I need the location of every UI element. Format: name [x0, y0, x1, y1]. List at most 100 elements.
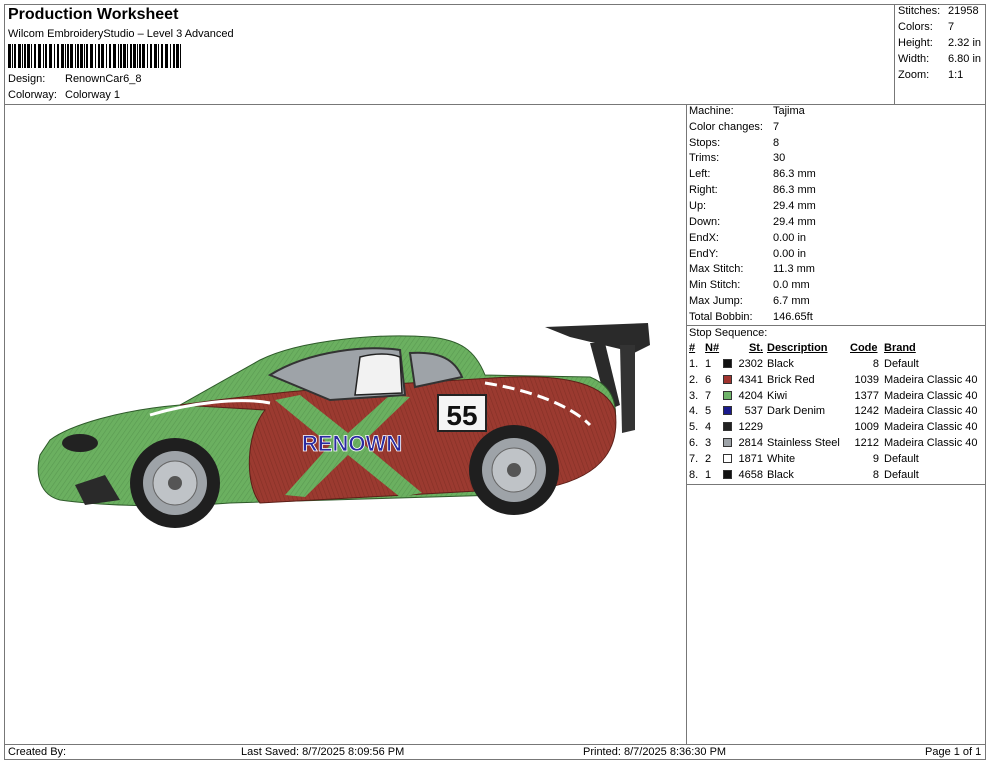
barcode-bar — [18, 44, 21, 68]
created-by: Created By: — [8, 746, 67, 758]
barcode-bar — [77, 44, 79, 68]
row-brand: Madeira Classic 40 — [884, 437, 978, 449]
info-value: 86.3 mm — [773, 184, 816, 196]
barcode-bar — [173, 44, 175, 68]
row-index: 3. — [689, 389, 699, 402]
renown-logo: RENOWN — [302, 431, 402, 456]
row-description: Dark Denim — [767, 405, 826, 418]
row-code: 1242 — [854, 405, 879, 418]
row-description: White — [767, 452, 796, 465]
barcode-bar — [57, 44, 59, 68]
barcode-bar — [43, 44, 44, 68]
color-swatch — [723, 438, 732, 447]
stop-sequence-title: Stop Sequence: — [689, 327, 768, 339]
row-index: 6. — [689, 437, 699, 449]
barcode-bar — [70, 44, 73, 68]
row-stitches: 2302 — [738, 358, 763, 370]
barcode-bar — [98, 44, 100, 68]
row-brand: Madeira Classic 40 — [884, 405, 978, 418]
color-swatch — [723, 453, 732, 463]
barcode-bar — [22, 44, 23, 68]
barcode-bar — [80, 44, 83, 68]
barcode-bar — [8, 44, 11, 68]
row-needle: 1 — [705, 358, 712, 370]
info-value: 29.4 mm — [773, 200, 816, 212]
row-stitches: 4658 — [738, 468, 763, 481]
barcode-bar — [61, 44, 64, 68]
page-number: Page 1 of 1 — [925, 746, 982, 758]
col-code: Code — [850, 342, 878, 354]
barcode-bar — [170, 44, 171, 68]
barcode-bar — [14, 44, 16, 68]
row-stitches: 537 — [744, 405, 763, 418]
barcode-bar — [45, 44, 47, 68]
front-wheel — [130, 438, 220, 528]
row-brand: Madeira Classic 40 — [884, 373, 978, 386]
info-value: 8 — [773, 137, 780, 149]
row-description: Stainless Steel — [767, 437, 840, 449]
row-stitches: 2814 — [738, 437, 763, 449]
row-needle: 1 — [705, 468, 712, 481]
barcode-bar — [75, 44, 76, 68]
row-index: 1. — [689, 358, 699, 370]
barcode-bar — [67, 44, 69, 68]
row-description: Black — [767, 358, 794, 370]
page-title: Production Worksheet — [8, 6, 179, 23]
barcode-bar — [127, 44, 128, 68]
barcode-bar — [180, 44, 181, 68]
info-label: EndY: — [689, 248, 719, 260]
barcode-bar — [86, 44, 88, 68]
row-index: 8. — [689, 468, 699, 481]
summary-value: 21958 — [948, 5, 979, 17]
summary-label: Width: — [898, 53, 930, 65]
info-value: 6.7 mm — [773, 295, 810, 307]
summary-value: 7 — [948, 21, 955, 33]
info-label: Machine: — [689, 105, 734, 117]
row-index: 7. — [689, 452, 699, 465]
barcode-bar — [34, 44, 36, 68]
info-label: Max Jump: — [689, 295, 743, 307]
summary-value: 6.80 in — [948, 53, 982, 65]
color-swatch — [723, 374, 732, 384]
info-value: Tajima — [773, 105, 805, 117]
info-label: Up: — [689, 200, 707, 212]
embroidery-design-preview: 55 RENOWN — [37, 323, 650, 528]
printed-date: Printed: 8/7/2025 8:36:30 PM — [583, 746, 727, 758]
row-needle: 7 — [705, 389, 712, 402]
col-needle: N# — [705, 342, 720, 354]
barcode-bar — [24, 44, 26, 68]
info-value: 29.4 mm — [773, 216, 816, 228]
info-value: 30 — [773, 152, 786, 164]
barcode-bar — [106, 44, 107, 68]
machine-info-list: Machine: Tajima Color changes: 7 Stops: 8 T… — [689, 105, 979, 325]
row-stitches: 1229 — [738, 421, 763, 434]
col-brand: Brand — [884, 342, 916, 354]
barcode-bar — [161, 44, 163, 68]
info-label: EndX: — [689, 232, 719, 244]
row-code: 8 — [872, 358, 879, 370]
barcode-bar — [65, 44, 66, 68]
info-value: 0.00 in — [773, 232, 807, 244]
summary-label: Height: — [898, 37, 933, 49]
color-swatch — [723, 469, 732, 479]
col-stitches: St. — [748, 342, 763, 354]
summary-list: Stitches: 21958 Colors: 7 Height: 2.32 in W… — [898, 5, 986, 101]
barcode-bar — [84, 44, 85, 68]
barcode-bar — [150, 44, 152, 68]
barcode-bar — [133, 44, 136, 68]
row-needle: 4 — [705, 421, 712, 434]
barcode — [8, 44, 181, 68]
last-saved: Last Saved: 8/7/2025 8:09:56 PM — [241, 746, 405, 758]
color-swatch — [723, 422, 732, 432]
row-index: 2. — [689, 373, 699, 386]
row-needle: 6 — [705, 373, 712, 386]
barcode-bar — [147, 44, 148, 68]
summary-label: Stitches: — [898, 5, 941, 17]
info-label: Left: — [689, 168, 711, 180]
row-brand: Default — [884, 358, 919, 370]
barcode-bar — [120, 44, 122, 68]
info-value: 86.3 mm — [773, 168, 816, 180]
barcode-bar — [54, 44, 55, 68]
color-swatch — [723, 406, 732, 416]
design-label: Design: — [8, 73, 46, 85]
